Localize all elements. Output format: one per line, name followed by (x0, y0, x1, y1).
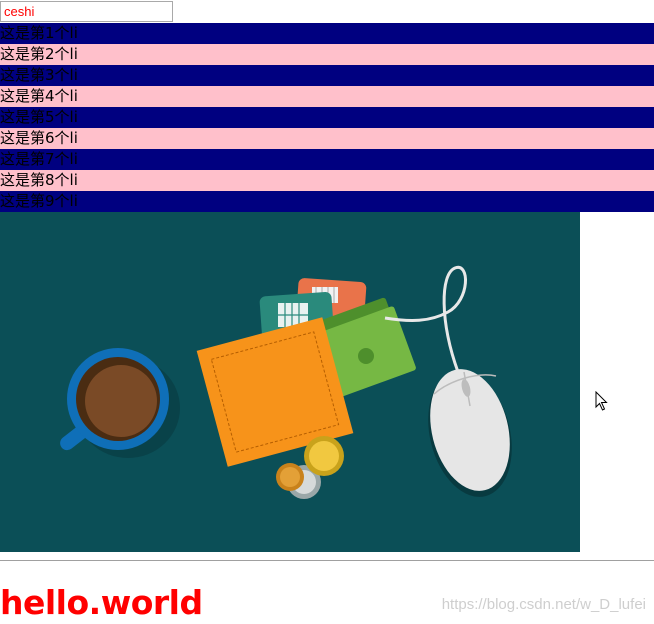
page-heading: hello.world (0, 583, 203, 622)
list-item[interactable]: 这是第1个li (0, 23, 654, 44)
watermark-text: https://blog.csdn.net/w_D_lufei (441, 596, 646, 613)
item-list: 这是第1个li 这是第2个li 这是第3个li 这是第4个li 这是第5个li … (0, 23, 654, 212)
search-input[interactable] (0, 1, 173, 22)
list-item[interactable]: 这是第4个li (0, 86, 654, 107)
mouse-pointer-icon (595, 391, 608, 411)
horizontal-divider (0, 560, 654, 561)
list-item[interactable]: 这是第3个li (0, 65, 654, 86)
list-item[interactable]: 这是第9个li (0, 191, 654, 212)
list-item[interactable]: 这是第7个li (0, 149, 654, 170)
finance-illustration (0, 212, 580, 552)
list-item[interactable]: 这是第2个li (0, 44, 654, 65)
list-item[interactable]: 这是第8个li (0, 170, 654, 191)
list-item[interactable]: 这是第6个li (0, 128, 654, 149)
list-item[interactable]: 这是第5个li (0, 107, 654, 128)
